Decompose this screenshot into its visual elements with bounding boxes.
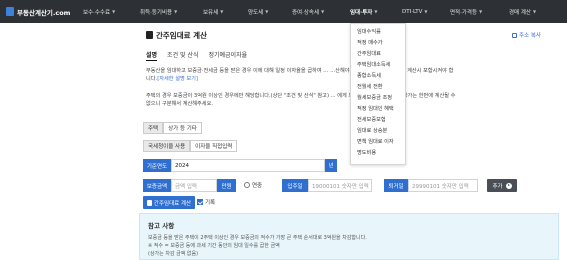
property-type-tabs: 주택 상가 등 기타	[143, 122, 202, 134]
menu-item-deposit-insurance[interactable]: 전세보증보험	[357, 116, 386, 123]
calculator-icon	[146, 31, 153, 39]
notes-line: (상가는 차감 금액 없음)	[148, 251, 199, 257]
rate-tabs: 국세청이율 사용 이자율 직접입력	[143, 140, 238, 152]
nav-item-gift-tax[interactable]: 증여·상속세 ▼	[292, 0, 324, 23]
tab-nts-rate[interactable]: 국세청이율 사용	[143, 140, 191, 152]
menu-item-rent-increase[interactable]: 임대료 상승분	[357, 127, 387, 134]
chevron-down-icon: ▼	[479, 9, 483, 14]
radio-circle	[244, 182, 250, 188]
logo-icon	[6, 7, 14, 16]
tab-description[interactable]: 설명	[146, 50, 158, 61]
chevron-down-icon: ▼	[321, 9, 325, 14]
move-out-label: 퇴거일	[384, 179, 408, 192]
menu-item-rental-income-tax[interactable]: 주택임대소득세	[357, 61, 390, 68]
move-in-label: 입주일	[282, 179, 308, 192]
menu-item-income-tax[interactable]: 종합소득세	[357, 72, 381, 79]
year-input[interactable]: 2024	[171, 159, 325, 172]
arrow-right-icon	[505, 182, 512, 189]
calculate-button[interactable]: 간주임대료 계산	[143, 196, 195, 209]
tab-commercial[interactable]: 상가 등 기타	[163, 122, 202, 134]
checkbox-checked	[197, 199, 203, 205]
detail-link[interactable]: [자세한 설명 보기]	[157, 76, 198, 82]
nav-item-acquisition[interactable]: 취득·등기비용 ▼	[140, 0, 177, 23]
nav-item-dti[interactable]: DTI·LTV ▼	[402, 0, 427, 23]
menu-item-fair-price[interactable]: 적정 매수가	[357, 39, 383, 46]
top-nav: 부동산계산기.com 보수·수수료 ▼ 취득·등기비용 ▼ 보유세 ▼ 양도세 ▼ 증여…	[0, 0, 567, 23]
nav-item-holding-tax[interactable]: 보유세 ▼	[203, 0, 223, 23]
subtabs: 설명 조건 및 산식 정기예금이자율	[146, 50, 247, 61]
logo-text: 부동산계산기.com	[17, 8, 71, 17]
year-round-radio[interactable]: 연중	[244, 181, 262, 189]
year-unit-button[interactable]: 년	[325, 159, 337, 172]
notes-line: 보증금 등을 받은 주택이 2주택 이상인 경우 보증금의 적수가 가장 큰 주…	[148, 235, 367, 241]
chevron-down-icon: ▼	[374, 9, 378, 14]
chevron-down-icon: ▼	[174, 9, 178, 14]
notes-title: 참고 사항	[148, 222, 175, 230]
tab-custom-rate[interactable]: 이자율 직접입력	[190, 140, 238, 152]
rental-dropdown-menu: 임대수익률 적정 매수가 간주임대료 주택임대소득세 종합소득세 전월세 전환 …	[350, 23, 406, 165]
nav-item-area[interactable]: 면적·가격등 ▼	[450, 0, 482, 23]
menu-item-jeonse-conversion[interactable]: 전월세 전환	[357, 83, 383, 90]
menu-item-rental-yield[interactable]: 임대수익률	[357, 28, 381, 35]
deposit-input[interactable]: 금액 입력	[171, 179, 217, 192]
move-out-input[interactable]: 29990101 숫자만 입력	[408, 179, 478, 192]
nav-item-fee[interactable]: 보수·수수료 ▼	[83, 0, 115, 23]
nav-item-transfer-tax[interactable]: 양도세 ▼	[248, 0, 268, 23]
unit-button[interactable]: 만원	[217, 179, 236, 192]
year-label: 기준연도	[143, 159, 171, 172]
menu-item-deemed-rent[interactable]: 간주임대료	[357, 50, 381, 57]
copy-icon	[512, 32, 517, 38]
calculator-icon	[146, 199, 152, 206]
deposit-label: 보증금액	[143, 179, 171, 192]
chevron-down-icon: ▼	[265, 9, 269, 14]
copy-address-link[interactable]: 주소 복사	[512, 31, 541, 39]
menu-item-landlord-benefit[interactable]: 적정 임대인 혜택	[357, 105, 394, 112]
page-title: 간주임대료 계산	[156, 31, 207, 40]
menu-item-rent-interest[interactable]: 면책 임대료 이자	[357, 138, 394, 145]
record-checkbox[interactable]: 기록	[197, 198, 215, 206]
tab-house[interactable]: 주택	[143, 122, 164, 134]
site-logo[interactable]: 부동산계산기.com	[0, 0, 75, 23]
menu-item-deposit-adjust[interactable]: 월세보증금 조정	[357, 94, 392, 101]
nav-item-auction[interactable]: 경매 계산 ▼	[509, 0, 536, 23]
move-in-input[interactable]: 19000101 숫자만 입력	[308, 179, 372, 192]
add-button[interactable]: 추가	[487, 179, 517, 192]
chevron-down-icon: ▼	[220, 9, 224, 14]
chevron-down-icon: ▼	[533, 9, 537, 14]
notes-panel: 참고 사항 보증금 등을 받은 주택이 2주택 이상인 경우 보증금의 적수가 …	[139, 213, 559, 260]
tab-deposit-rate[interactable]: 정기예금이자율	[208, 50, 247, 61]
menu-item-eviction-cost[interactable]: 명도비용	[357, 149, 376, 156]
notes-line: ※ 적수 = 보증금 등에 과세 기간 동안의 임대 일수를 곱한 금액	[148, 243, 280, 249]
chevron-down-icon: ▼	[112, 9, 116, 14]
tab-conditions[interactable]: 조건 및 산식	[167, 50, 198, 61]
nav-item-rental[interactable]: 임대·투자 ▼	[350, 0, 377, 23]
chevron-down-icon: ▼	[424, 9, 428, 14]
